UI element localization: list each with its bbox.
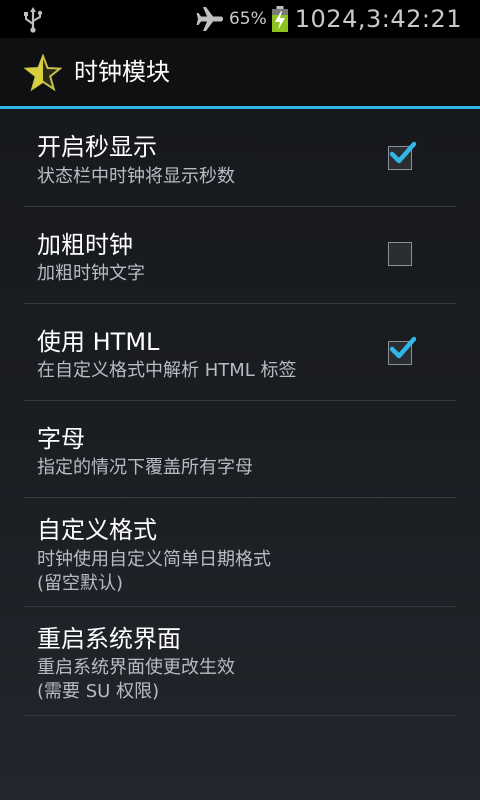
use-html-checkbox[interactable] [388,336,417,365]
usb-icon [24,7,43,33]
page-title: 时钟模块 [74,58,170,86]
battery-percent: 65% [228,9,267,29]
status-icons: 65% 1024,3:42:21 [195,0,462,38]
action-bar: 时钟模块 [0,38,480,107]
checkmark-icon [389,336,417,359]
preference-title: 自定义格式 [37,516,157,544]
preference-show-seconds[interactable]: 开启秒显示 状态栏中时钟将显示秒数 [24,109,456,207]
preference-summary: 指定的情况下覆盖所有字母 [37,457,253,478]
battery-charging-icon [271,6,288,32]
preference-title: 开启秒显示 [37,133,157,161]
preference-summary: 重启系统界面使更改生效 (需要 SU 权限) [37,657,235,702]
bold-clock-checkbox[interactable] [388,242,412,266]
screen: 65% 1024,3:42:21 时钟模块 开启秒显示 状态栏中时钟将显示秒数 [0,0,480,800]
preference-summary: 状态栏中时钟将显示秒数 [37,166,235,187]
status-clock: 1024,3:42:21 [294,5,462,33]
airplane-mode-icon [196,7,223,31]
checkmark-icon [389,141,417,164]
preference-restart-systemui[interactable]: 重启系统界面 重启系统界面使更改生效 (需要 SU 权限) [24,607,456,716]
preference-title: 使用 HTML [37,328,160,356]
preference-letters[interactable]: 字母 指定的情况下覆盖所有字母 [24,401,456,498]
preference-bold-clock[interactable]: 加粗时钟 加粗时钟文字 [24,207,456,304]
status-bar: 65% 1024,3:42:21 [0,0,480,38]
preference-use-html[interactable]: 使用 HTML 在自定义格式中解析 HTML 标签 [24,304,456,401]
preference-custom-format[interactable]: 自定义格式 时钟使用自定义简单日期格式 (留空默认) [24,498,456,607]
preference-list: 开启秒显示 状态栏中时钟将显示秒数 加粗时钟 加粗时钟文字 使用 HTML 在自… [24,109,456,716]
preference-title: 字母 [37,425,85,453]
preference-summary: 加粗时钟文字 [37,263,145,284]
preference-summary: 在自定义格式中解析 HTML 标签 [37,360,297,381]
show-seconds-checkbox[interactable] [388,141,417,170]
preference-title: 重启系统界面 [37,625,181,653]
star-half-icon [24,54,62,92]
preference-summary: 时钟使用自定义简单日期格式 (留空默认) [37,549,271,594]
preference-title: 加粗时钟 [37,231,133,259]
